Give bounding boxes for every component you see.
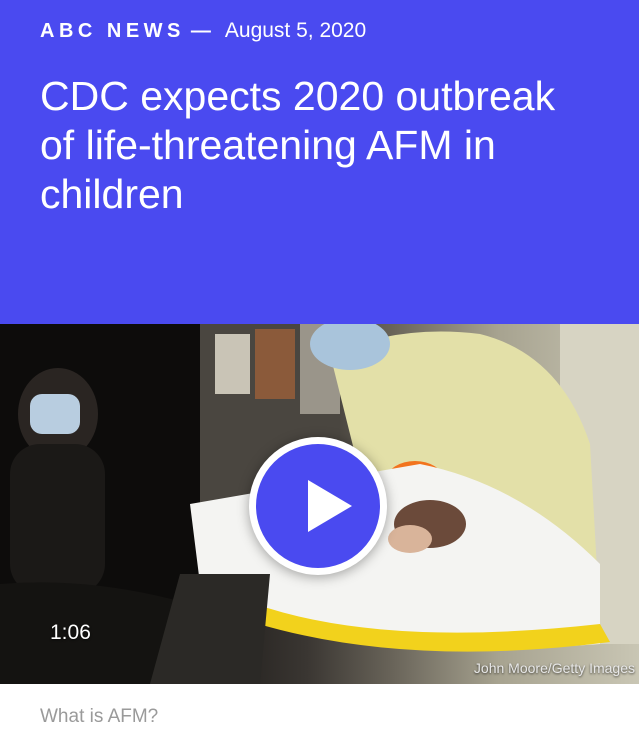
video-thumbnail[interactable]: 1:06 John Moore/Getty Images [0,324,639,684]
publish-date: August 5, 2020 [224,19,367,42]
publisher-name[interactable]: ABC NEWS [40,20,185,43]
video-duration: 1:06 [50,621,91,644]
article-meta: ABC NEWS — August 5, 2020 [40,18,366,44]
play-button[interactable] [249,437,387,575]
article-headline[interactable]: CDC expects 2020 outbreak of life-threat… [40,72,600,219]
photo-credit: John Moore/Getty Images [473,660,635,676]
play-icon [308,480,352,532]
video-caption[interactable]: What is AFM? [40,706,158,728]
meta-separator: — [190,19,211,42]
article-header: ABC NEWS — August 5, 2020 CDC expects 20… [0,0,639,324]
